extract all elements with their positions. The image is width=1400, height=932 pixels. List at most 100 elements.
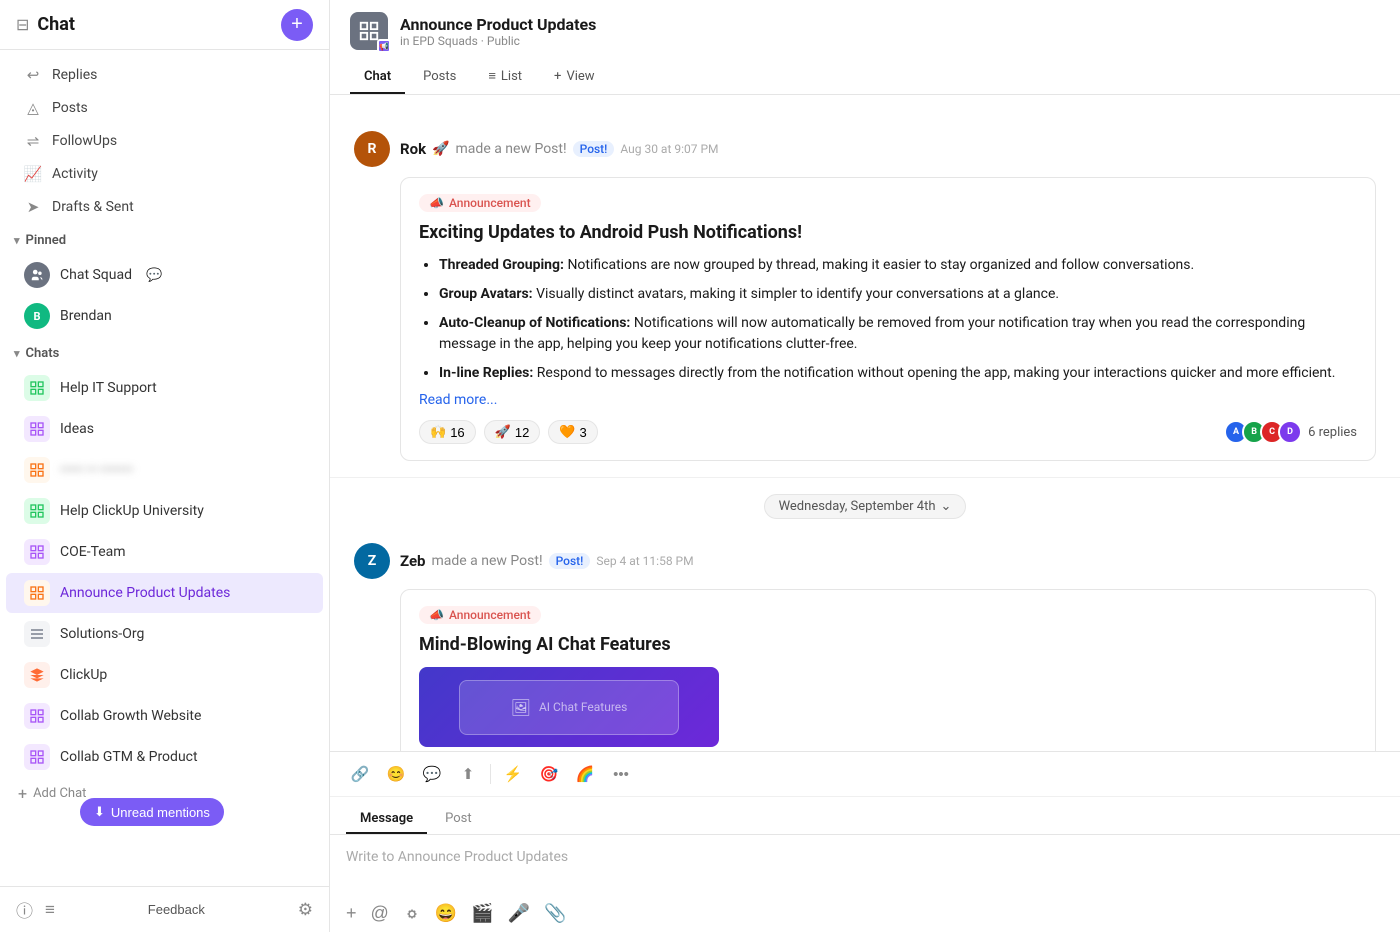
- action-text-2: made a new Post!: [432, 553, 543, 569]
- sidebar-item-coe-team[interactable]: COE-Team: [6, 532, 323, 572]
- toolbar-more-btn[interactable]: •••: [607, 760, 635, 788]
- sidebar-item-brendan[interactable]: B Brendan: [6, 296, 323, 336]
- reaction-btn-2[interactable]: 🚀 12: [484, 420, 541, 444]
- activity-icon: 📈: [24, 165, 42, 183]
- input-at-btn[interactable]: @: [371, 903, 389, 924]
- brendan-avatar: B: [24, 303, 50, 329]
- solutions-org-icon: [24, 621, 50, 647]
- input-mention-btn[interactable]: [403, 905, 421, 923]
- tab-list[interactable]: ≡ List: [474, 60, 536, 94]
- input-tab-post[interactable]: Post: [431, 805, 486, 834]
- item-bold: In-line Replies:: [439, 365, 533, 381]
- username-rok: Rok: [400, 140, 426, 158]
- pinned-section-header[interactable]: ▾ Pinned: [0, 227, 329, 254]
- message-input-area: 🔗 😊 💬 ⬆ ⚡ 🎯 🌈 ••• Message Post Write to …: [330, 751, 1400, 932]
- unread-mentions-button[interactable]: ⬇ Unread mentions: [80, 798, 224, 826]
- channel-tabs: Chat Posts ≡ List + View: [350, 60, 1380, 94]
- help-it-icon: [24, 375, 50, 401]
- input-emoji-btn[interactable]: 😄: [435, 903, 457, 924]
- sidebar-item-replies[interactable]: ↩ Replies: [6, 59, 323, 91]
- sidebar: ⊟ Chat + ↩ Replies ◬ Posts ⇌ FollowUps 📈…: [0, 0, 330, 932]
- chat-bubble-icon: 💬: [146, 268, 162, 283]
- sidebar-item-activity[interactable]: 📈 Activity: [6, 158, 323, 190]
- toolbar-comment-btn[interactable]: 💬: [418, 760, 446, 788]
- clickup-icon: [24, 662, 50, 688]
- announcement-badge-1: 📣 Announcement: [419, 194, 541, 212]
- megaphone-icon: 📣: [429, 608, 444, 622]
- ideas-icon: [24, 416, 50, 442]
- toolbar-emoji-btn[interactable]: 😊: [382, 760, 410, 788]
- image-placeholder-icon: 🖼: [511, 698, 531, 717]
- message-meta-2: Zeb made a new Post! Post! Sep 4 at 11:5…: [400, 552, 694, 570]
- input-plus-btn[interactable]: +: [346, 903, 357, 924]
- list-icon[interactable]: ≡: [45, 900, 55, 920]
- ideas-label: Ideas: [60, 421, 94, 437]
- replies-icon: ↩: [24, 66, 42, 84]
- list-icon: ≡: [488, 68, 496, 84]
- toolbar-target-btn[interactable]: 🎯: [535, 760, 563, 788]
- item-text: Visually distinct avatars, making it sim…: [536, 286, 1059, 302]
- add-chat-label: Add Chat: [33, 786, 86, 801]
- sidebar-item-ideas[interactable]: Ideas: [6, 409, 323, 449]
- message-meta-1: Rok 🚀 made a new Post! Post! Aug 30 at 9…: [400, 140, 719, 158]
- read-more-link[interactable]: Read more...: [419, 392, 1357, 408]
- toolbar-lightning-btn[interactable]: ⚡: [499, 760, 527, 788]
- post-image-2: 🖼 AI Chat Features: [419, 667, 719, 747]
- coe-team-label: COE-Team: [60, 544, 126, 560]
- input-attach-btn[interactable]: 📎: [544, 903, 566, 924]
- date-divider-label[interactable]: Wednesday, September 4th ⌄: [764, 494, 967, 519]
- channel-badge: 📢: [377, 39, 391, 53]
- clickup-label: ClickUp: [60, 667, 107, 683]
- announce-label: Announce Product Updates: [60, 585, 230, 601]
- replies-info-1[interactable]: A B C D 6 replies: [1224, 420, 1357, 444]
- sidebar-item-collab-growth[interactable]: Collab Growth Website: [6, 696, 323, 736]
- toolbar-color-btn[interactable]: 🌈: [571, 760, 599, 788]
- sidebar-item-drafts[interactable]: ➤ Drafts & Sent: [6, 191, 323, 223]
- post-title-1: Exciting Updates to Android Push Notific…: [419, 222, 1357, 243]
- sidebar-item-clickup[interactable]: ClickUp: [6, 655, 323, 695]
- help-it-label: Help IT Support: [60, 380, 157, 396]
- input-mic-btn[interactable]: 🎤: [508, 903, 530, 924]
- tab-view-label: View: [566, 69, 594, 84]
- username-zeb: Zeb: [400, 552, 426, 570]
- chevron-down-icon: ▾: [14, 347, 20, 360]
- tab-chat[interactable]: Chat: [350, 61, 405, 94]
- toolbar-upload-btn[interactable]: ⬆: [454, 760, 482, 788]
- megaphone-icon: 📣: [429, 196, 444, 210]
- toolbar-link-btn[interactable]: 🔗: [346, 760, 374, 788]
- user-avatar-zeb: Z: [354, 543, 390, 579]
- input-tabs: Message Post: [330, 797, 1400, 835]
- sidebar-item-solutions-org[interactable]: Solutions-Org: [6, 614, 323, 654]
- help-icon[interactable]: ⓘ: [16, 897, 33, 922]
- sidebar-item-help-it-support[interactable]: Help IT Support: [6, 368, 323, 408]
- collab-gtm-label: Collab GTM & Product: [60, 749, 198, 765]
- add-button[interactable]: +: [281, 9, 313, 41]
- input-tab-message[interactable]: Message: [346, 805, 427, 834]
- chats-section-header[interactable]: ▾ Chats: [0, 340, 329, 367]
- feedback-button[interactable]: Feedback: [140, 898, 213, 921]
- post-title-2: Mind-Blowing AI Chat Features: [419, 634, 1357, 655]
- sidebar-item-collab-gtm[interactable]: Collab GTM & Product: [6, 737, 323, 777]
- sidebar-item-help-clickup[interactable]: Help ClickUp University: [6, 491, 323, 531]
- item-bold: Auto-Cleanup of Notifications:: [439, 315, 630, 331]
- announcement-text-2: Announcement: [449, 608, 531, 622]
- reaction-btn-1[interactable]: 🙌 16: [419, 420, 476, 444]
- sidebar-footer-left: ⓘ ≡: [16, 897, 55, 922]
- input-video-btn[interactable]: 🎬: [471, 903, 493, 924]
- settings-icon[interactable]: ⚙: [298, 900, 313, 920]
- tab-posts[interactable]: Posts: [409, 61, 470, 94]
- sidebar-item-followups[interactable]: ⇌ FollowUps: [6, 125, 323, 157]
- sidebar-toggle-icon[interactable]: ⊟: [16, 15, 29, 34]
- tab-view[interactable]: + View: [540, 61, 609, 94]
- item-bold: Threaded Grouping:: [439, 257, 564, 273]
- sidebar-item-posts[interactable]: ◬ Posts: [6, 92, 323, 124]
- announcement-text: Announcement: [449, 196, 531, 210]
- sidebar-item-announce-product-updates[interactable]: Announce Product Updates: [6, 573, 323, 613]
- timestamp-2: Sep 4 at 11:58 PM: [596, 554, 693, 568]
- reaction-btn-3[interactable]: 🧡 3: [548, 420, 597, 444]
- message-input-box[interactable]: Write to Announce Product Updates: [330, 835, 1400, 895]
- reaction-count-2: 12: [515, 425, 529, 440]
- posts-icon: ◬: [24, 99, 42, 117]
- sidebar-item-chat-squad[interactable]: Chat Squad 💬: [6, 255, 323, 295]
- sidebar-item-blurred[interactable]: ••••• •• •••••••: [6, 450, 323, 490]
